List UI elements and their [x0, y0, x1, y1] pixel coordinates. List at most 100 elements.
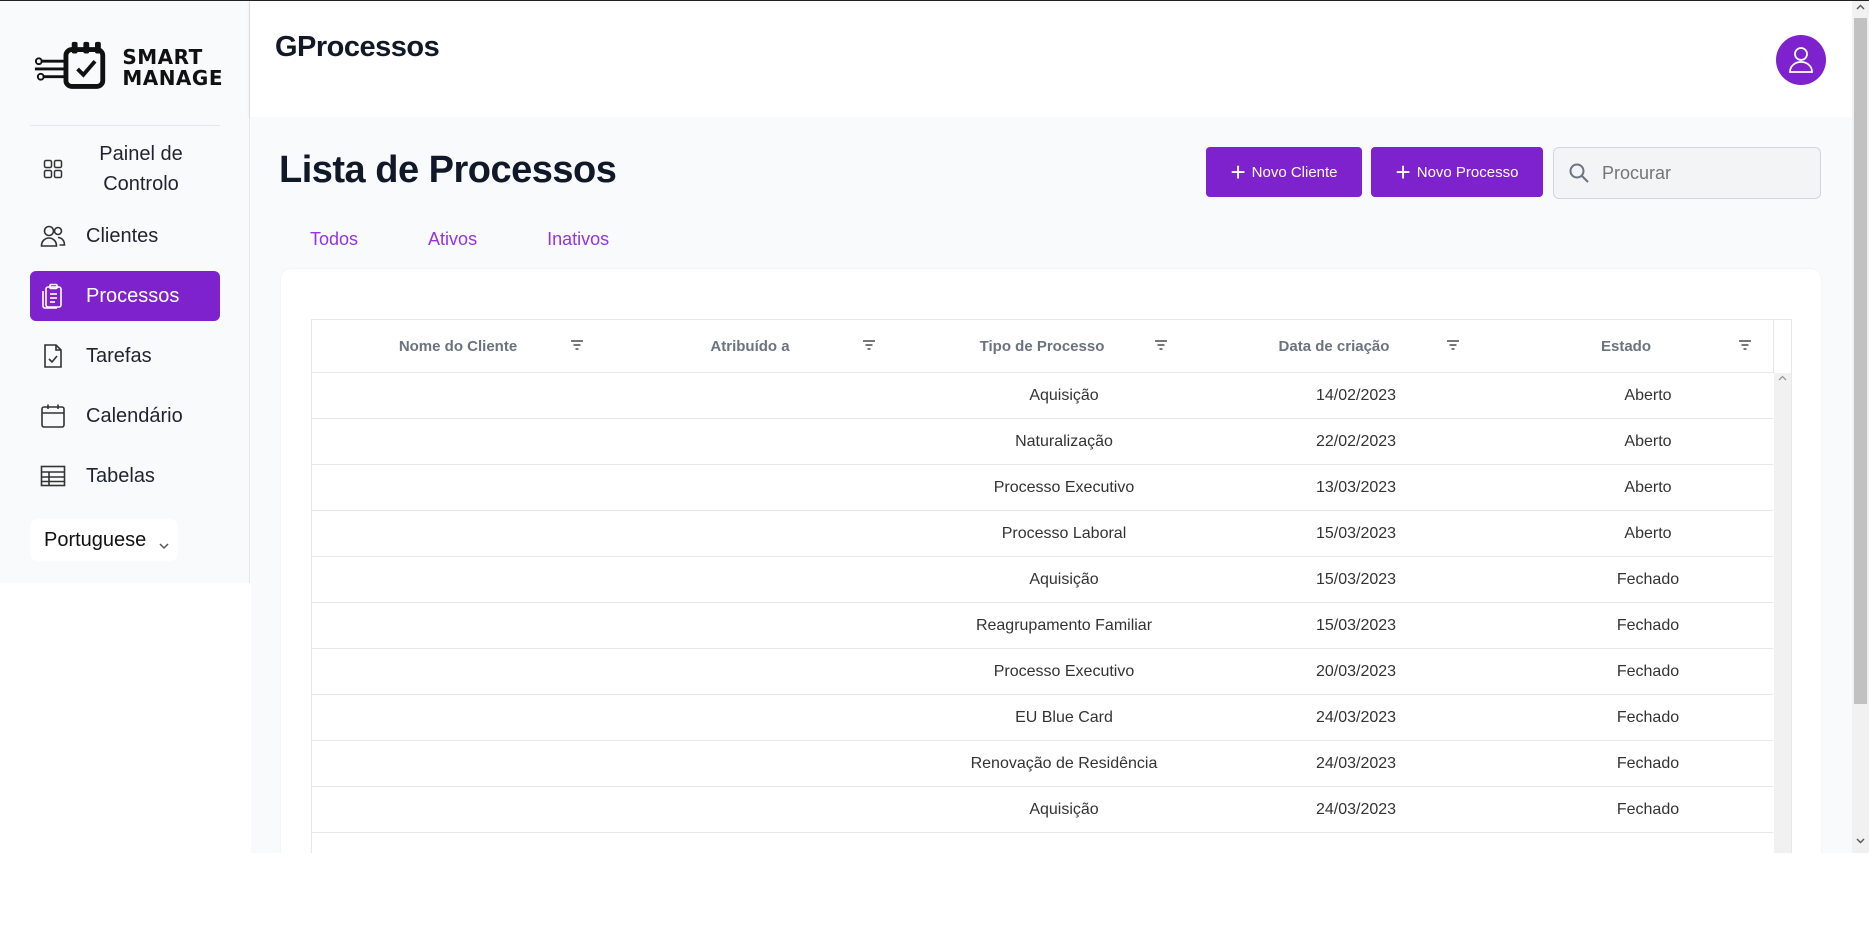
table-row[interactable]: Reagrupamento Familiar 15/03/2023 Fechado	[312, 603, 1773, 649]
table-cell: Fechado	[1616, 662, 1680, 680]
column-header-label: Tipo de Processo	[979, 338, 1105, 355]
sidebar-item-label: Processos	[86, 284, 180, 307]
filter-icon[interactable]	[862, 338, 876, 355]
table-header: Nome do Cliente Atribuído a Tipo de Proc…	[312, 320, 1773, 373]
table-row[interactable]: Renovação de Residência 24/03/2023 Fechado	[312, 741, 1773, 787]
tab-todos[interactable]: Todos	[310, 229, 358, 250]
dashboard-grid-icon	[40, 156, 66, 182]
table-row[interactable]: Processo Laboral 15/03/2023 Aberto	[312, 511, 1773, 557]
logo-line2: MANAGE	[122, 66, 223, 90]
sidebar-nav: Painel de Controlo Clientes Processos Ta…	[30, 131, 220, 501]
table-cell	[604, 649, 896, 694]
search-icon	[1568, 162, 1590, 184]
table-cell	[312, 603, 604, 648]
table-cell	[604, 511, 896, 556]
table-cell: 24/03/2023	[1315, 754, 1397, 772]
file-check-icon	[40, 343, 66, 369]
table-body: Aquisição 14/02/2023 Aberto Naturalização 22…	[312, 373, 1773, 833]
table-icon	[40, 463, 66, 489]
sidebar-item-label: Tarefas	[86, 344, 152, 367]
sidebar-item-calendario[interactable]: Calendário	[30, 391, 220, 441]
table-cell: Processo Laboral	[1001, 524, 1127, 542]
tab-inativos[interactable]: Inativos	[547, 229, 609, 250]
smart-manage-logo[interactable]: SMART MANAGE	[33, 39, 223, 97]
table-cell	[312, 649, 604, 694]
tab-ativos[interactable]: Ativos	[428, 229, 477, 250]
column-header-data-de-criacao[interactable]: Data de criação	[1188, 320, 1480, 373]
table-cell: Aberto	[1624, 478, 1672, 496]
scroll-up-arrow-icon[interactable]	[1856, 4, 1865, 10]
table-cell: 24/03/2023	[1315, 800, 1397, 818]
table-cell: Processo Executivo	[993, 662, 1135, 680]
scroll-up-arrow-icon[interactable]	[1778, 375, 1787, 381]
table-cell	[312, 373, 604, 418]
new-client-button[interactable]: + Novo Cliente	[1206, 147, 1362, 197]
table-row[interactable]: Aquisição 14/02/2023 Aberto	[312, 373, 1773, 419]
processes-card: Nome do Cliente Atribuído a Tipo de Proc…	[281, 269, 1821, 853]
column-header-label: Atribuído a	[710, 338, 790, 355]
table-cell: 24/03/2023	[1315, 708, 1397, 726]
new-process-label: Novo Processo	[1416, 163, 1519, 181]
table-cell: Aberto	[1624, 386, 1672, 404]
table-cell: Aquisição	[1029, 386, 1099, 404]
top-header: GProcessos	[250, 1, 1852, 117]
table-cell	[312, 787, 604, 832]
sidebar-item-painel-de-controlo[interactable]: Painel de Controlo	[30, 131, 220, 206]
table-row[interactable]: Processo Executivo 20/03/2023 Fechado	[312, 649, 1773, 695]
table-cell	[604, 557, 896, 602]
filter-icon[interactable]	[1154, 338, 1168, 355]
table-cell	[312, 511, 604, 556]
table-row[interactable]: EU Blue Card 24/03/2023 Fechado	[312, 695, 1773, 741]
page-scrollbar-thumb[interactable]	[1854, 18, 1867, 704]
user-icon	[1789, 47, 1813, 73]
sidebar-item-tarefas[interactable]: Tarefas	[30, 331, 220, 381]
filter-icon[interactable]	[1738, 338, 1752, 355]
table-row[interactable]: Processo Executivo 13/03/2023 Aberto	[312, 465, 1773, 511]
table-row[interactable]: Naturalização 22/02/2023 Aberto	[312, 419, 1773, 465]
sidebar-item-processos[interactable]: Processos	[30, 271, 220, 321]
filter-icon[interactable]	[1446, 338, 1460, 355]
table-cell: Fechado	[1616, 616, 1680, 634]
column-header-tipo-de-processo[interactable]: Tipo de Processo	[896, 320, 1188, 373]
table-cell: 15/03/2023	[1315, 570, 1397, 588]
logo-line1: SMART	[122, 45, 203, 69]
filter-icon[interactable]	[570, 338, 584, 355]
page-title: Lista de Processos	[279, 149, 617, 191]
table-cell: 20/03/2023	[1315, 662, 1397, 680]
new-process-button[interactable]: + Novo Processo	[1371, 147, 1543, 197]
table-cell: Renovação de Residência	[970, 754, 1158, 772]
table-cell: Aquisição	[1029, 570, 1099, 588]
processes-table: Nome do Cliente Atribuído a Tipo de Proc…	[311, 319, 1792, 853]
sidebar: SMART MANAGE Painel de Controlo Clientes…	[0, 1, 250, 583]
scroll-down-arrow-icon[interactable]	[1856, 838, 1865, 844]
sidebar-item-clientes[interactable]: Clientes	[30, 211, 220, 261]
table-cell	[312, 419, 604, 464]
sidebar-item-tabelas[interactable]: Tabelas	[30, 451, 220, 501]
table-cell	[604, 603, 896, 648]
column-header-nome-do-cliente[interactable]: Nome do Cliente	[312, 320, 604, 373]
app-title: GProcessos	[275, 31, 440, 63]
logo-text: SMART MANAGE	[122, 47, 223, 89]
table-scrollbar[interactable]	[1774, 373, 1791, 853]
main-content: Lista de Processos + Novo Cliente + Novo…	[251, 117, 1852, 853]
plus-icon: +	[1230, 157, 1246, 187]
column-header-estado[interactable]: Estado	[1480, 320, 1772, 373]
table-cell: 22/02/2023	[1315, 432, 1397, 450]
table-row[interactable]: Aquisição 15/03/2023 Fechado	[312, 557, 1773, 603]
users-icon	[40, 223, 66, 249]
user-avatar-button[interactable]	[1776, 35, 1826, 85]
chevron-down-icon	[158, 533, 170, 556]
search-input[interactable]	[1602, 162, 1802, 184]
sidebar-item-label: Clientes	[86, 224, 159, 247]
column-header-atribuido-a[interactable]: Atribuído a	[604, 320, 896, 373]
table-cell	[604, 465, 896, 510]
search-box[interactable]	[1553, 147, 1821, 199]
table-cell	[604, 741, 896, 786]
table-cell	[604, 373, 896, 418]
header-separator	[1773, 320, 1774, 373]
logo-icon	[34, 41, 106, 89]
sidebar-divider	[30, 125, 220, 126]
language-select[interactable]: Portuguese	[30, 519, 178, 561]
page-scrollbar[interactable]	[1852, 1, 1869, 853]
table-row[interactable]: Aquisição 24/03/2023 Fechado	[312, 787, 1773, 833]
